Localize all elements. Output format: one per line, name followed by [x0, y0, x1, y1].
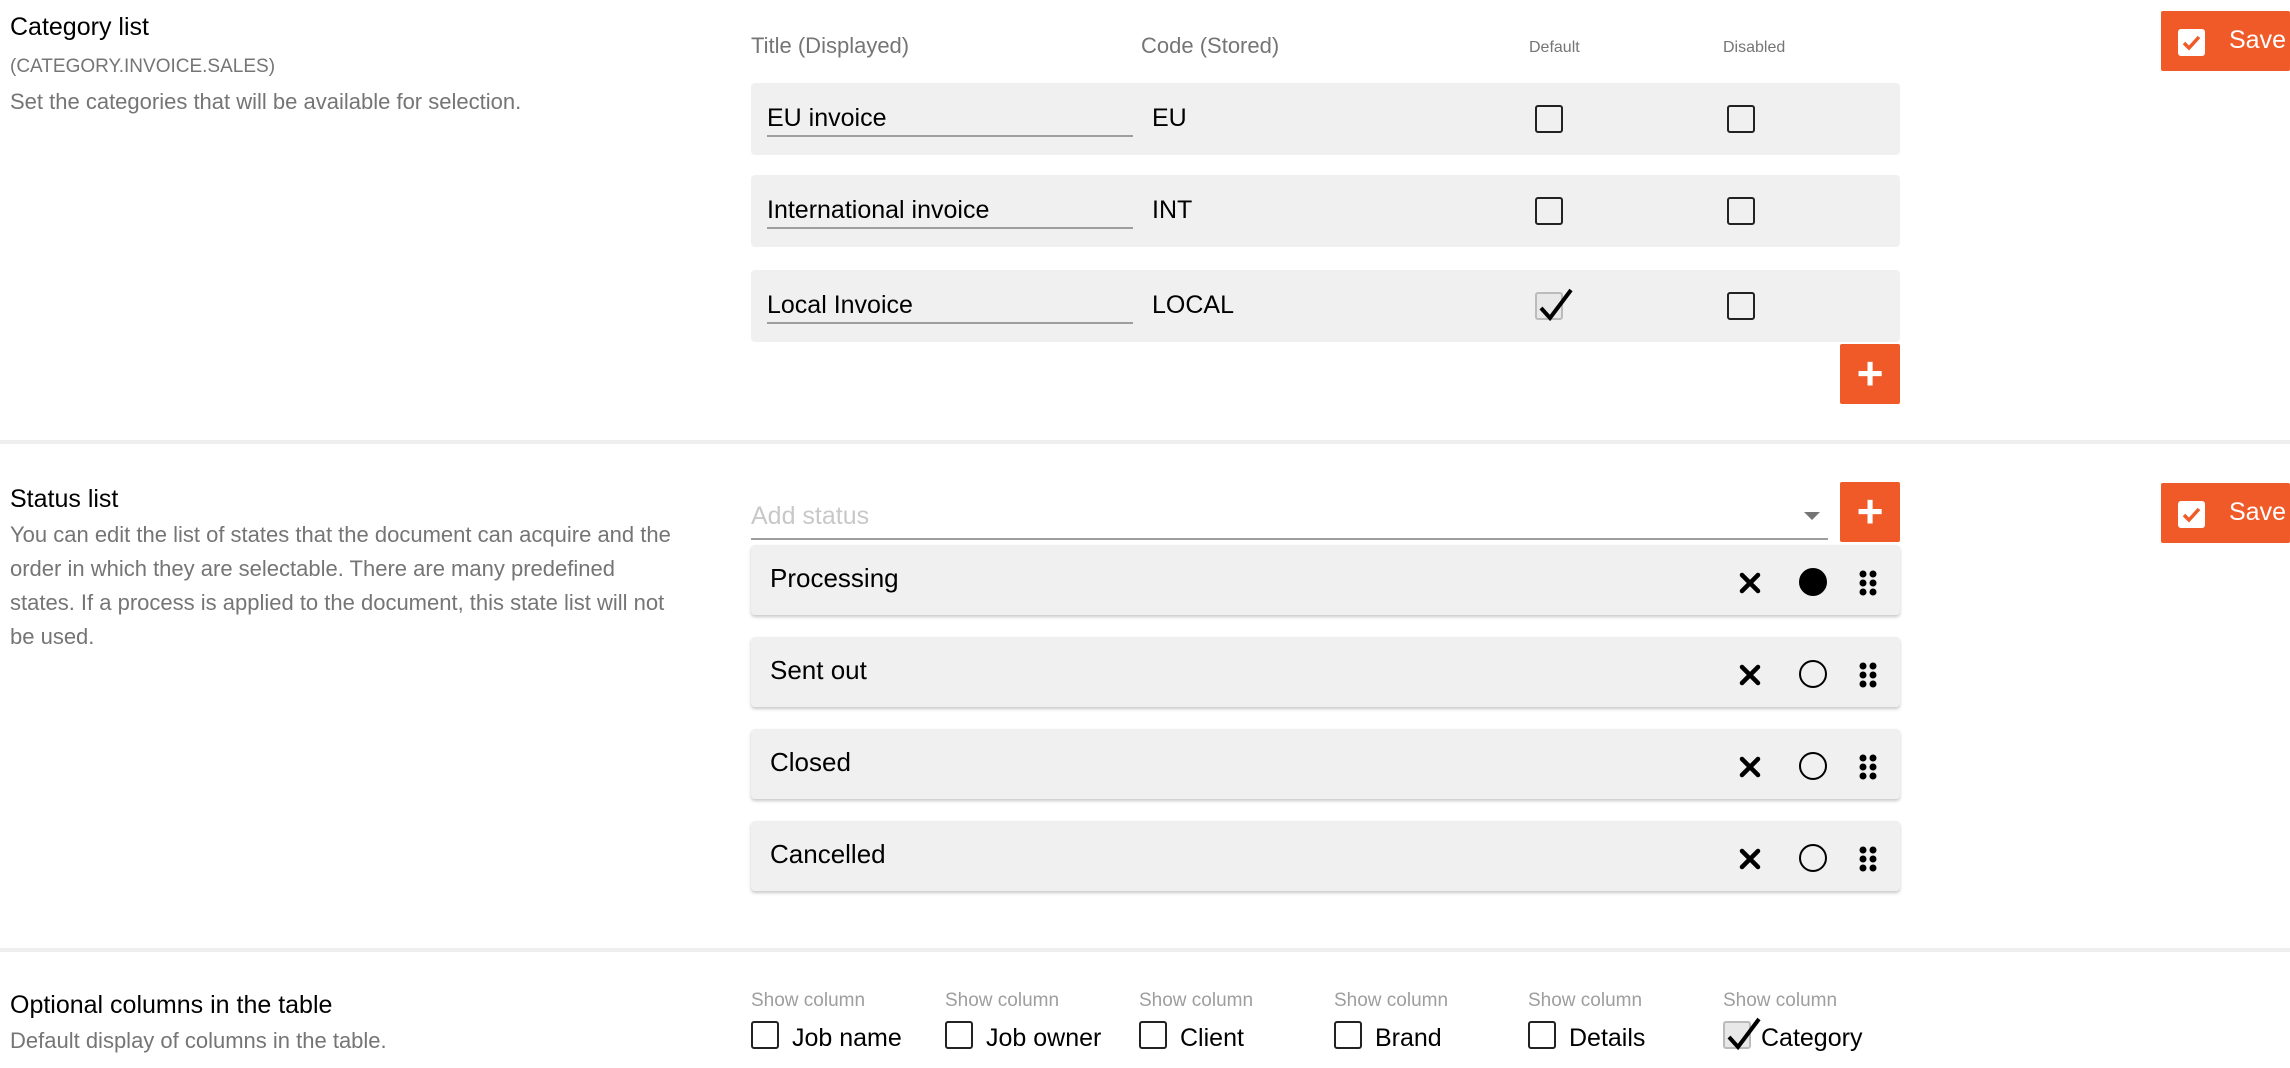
check-square-icon — [2178, 29, 2205, 56]
category-title-input[interactable]: Local Invoice — [767, 288, 1133, 324]
column-toggle-details: Show column Details — [1528, 990, 1718, 1060]
column-header-default: Default — [1529, 39, 1580, 56]
radio-icon[interactable] — [1799, 752, 1827, 780]
show-column-checkbox[interactable] — [1334, 1021, 1362, 1049]
show-column-checkbox[interactable] — [1528, 1021, 1556, 1049]
status-label: Closed — [770, 747, 851, 777]
column-toggle-head: Show column — [1139, 990, 1254, 1011]
section-title: Category list — [10, 13, 149, 41]
check-square-icon — [2178, 501, 2205, 528]
status-row: Processing — [751, 545, 1900, 615]
column-toggle-label[interactable]: Job name — [792, 1024, 902, 1053]
column-toggle-label[interactable]: Client — [1180, 1024, 1244, 1053]
category-code: EU — [1152, 104, 1187, 132]
disabled-checkbox[interactable] — [1727, 197, 1755, 225]
column-toggle-label[interactable]: Job owner — [986, 1024, 1101, 1053]
column-toggle-brand: Show column Brand — [1334, 990, 1524, 1060]
status-label: Processing — [770, 563, 899, 593]
section-description: Default display of columns in the table. — [10, 1028, 387, 1053]
column-toggle-head: Show column — [751, 990, 866, 1011]
section-description: You can edit the list of states that the… — [10, 522, 671, 649]
plus-icon: + — [1856, 485, 1884, 537]
save-label: Save — [2229, 498, 2286, 526]
status-row: Sent out — [751, 637, 1900, 707]
category-row: Local Invoice LOCAL — [751, 270, 1900, 342]
category-row: International invoice INT — [751, 175, 1900, 247]
category-title-input[interactable]: International invoice — [767, 193, 1133, 229]
add-status-select[interactable] — [751, 494, 1828, 540]
default-checkbox[interactable] — [1535, 288, 1573, 322]
add-status-input[interactable] — [751, 498, 1771, 534]
drag-handle-icon[interactable] — [1858, 754, 1878, 780]
close-x-icon[interactable] — [1738, 847, 1762, 871]
column-toggle-label[interactable]: Details — [1569, 1024, 1645, 1053]
radio-selected-icon[interactable] — [1799, 568, 1827, 596]
category-title-input[interactable]: EU invoice — [767, 101, 1133, 137]
add-status-button[interactable]: + — [1840, 482, 1900, 542]
radio-icon[interactable] — [1799, 660, 1827, 688]
drag-handle-icon[interactable] — [1858, 846, 1878, 872]
plus-icon: + — [1856, 347, 1884, 399]
show-column-checkbox[interactable] — [751, 1021, 779, 1049]
default-checkbox[interactable] — [1535, 197, 1563, 225]
column-toggle-head: Show column — [1528, 990, 1643, 1011]
drag-handle-icon[interactable] — [1858, 570, 1878, 596]
column-toggle-job-name: Show column Job name — [751, 990, 941, 1060]
show-column-checkbox[interactable] — [1723, 1017, 1761, 1051]
section-title: Status list — [10, 485, 119, 513]
disabled-checkbox[interactable] — [1727, 105, 1755, 133]
save-button[interactable]: Save — [2161, 483, 2290, 543]
column-header-title: Title (Displayed) — [751, 33, 910, 58]
drag-handle-icon[interactable] — [1858, 662, 1878, 688]
status-row: Closed — [751, 729, 1900, 799]
column-toggle-head: Show column — [1334, 990, 1449, 1011]
default-checkbox[interactable] — [1535, 105, 1563, 133]
section-title: Optional columns in the table — [10, 991, 333, 1019]
status-label: Cancelled — [770, 839, 886, 869]
checkmark-icon — [1539, 288, 1573, 322]
save-label: Save — [2229, 26, 2286, 54]
section-description: Set the categories that will be availabl… — [10, 89, 522, 114]
add-category-button[interactable]: + — [1840, 344, 1900, 404]
status-label: Sent out — [770, 655, 867, 685]
close-x-icon[interactable] — [1738, 571, 1762, 595]
category-section: Category list (CATEGORY.INVOICE.SALES) S… — [0, 0, 2290, 440]
column-toggle-head: Show column — [1723, 990, 1838, 1011]
column-toggle-category: Show column Category — [1723, 990, 1913, 1060]
show-column-checkbox[interactable] — [945, 1021, 973, 1049]
section-code: (CATEGORY.INVOICE.SALES) — [10, 56, 276, 77]
column-toggle-job-owner: Show column Job owner — [945, 990, 1135, 1060]
disabled-checkbox[interactable] — [1727, 292, 1755, 320]
column-toggle-client: Show column Client — [1139, 990, 1329, 1060]
show-column-checkbox[interactable] — [1139, 1021, 1167, 1049]
column-toggle-head: Show column — [945, 990, 1060, 1011]
close-x-icon[interactable] — [1738, 755, 1762, 779]
caret-down-icon[interactable] — [1804, 512, 1820, 520]
category-code: INT — [1152, 196, 1193, 224]
close-x-icon[interactable] — [1738, 663, 1762, 687]
radio-icon[interactable] — [1799, 844, 1827, 872]
category-row: EU invoice EU — [751, 83, 1900, 155]
category-code: LOCAL — [1152, 291, 1234, 319]
section-divider — [0, 948, 2290, 952]
column-header-disabled: Disabled — [1723, 39, 1786, 56]
column-toggle-label[interactable]: Brand — [1375, 1024, 1442, 1053]
column-toggle-label[interactable]: Category — [1761, 1024, 1862, 1053]
status-row: Cancelled — [751, 821, 1900, 891]
column-header-code: Code (Stored) — [1141, 33, 1280, 58]
checkmark-icon — [1727, 1017, 1761, 1051]
save-button[interactable]: Save — [2161, 11, 2290, 71]
